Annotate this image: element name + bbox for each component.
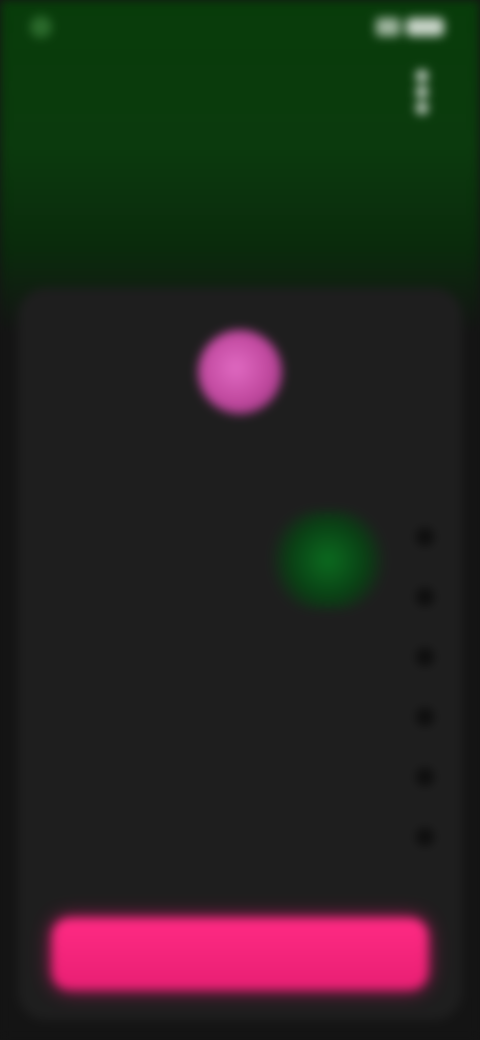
circle-icon[interactable] xyxy=(412,824,438,850)
avatar[interactable] xyxy=(198,330,282,414)
circle-icon[interactable] xyxy=(412,584,438,610)
primary-action-button[interactable] xyxy=(52,918,428,990)
battery-icon xyxy=(406,18,444,36)
list-item[interactable] xyxy=(18,506,462,566)
list-item[interactable] xyxy=(18,626,462,686)
status-bar xyxy=(0,0,480,60)
subheader xyxy=(0,160,480,200)
menu-dot xyxy=(416,102,428,114)
list-item[interactable] xyxy=(18,806,462,866)
top-bar xyxy=(0,60,480,140)
list-item[interactable] xyxy=(18,566,462,626)
circle-icon[interactable] xyxy=(412,644,438,670)
screen xyxy=(0,0,480,1040)
list-item[interactable] xyxy=(18,686,462,746)
menu-dot xyxy=(416,70,428,82)
status-right xyxy=(376,18,450,36)
more-vertical-icon[interactable] xyxy=(408,70,436,114)
status-dot-icon xyxy=(30,16,52,38)
list-item[interactable] xyxy=(18,746,462,806)
circle-icon[interactable] xyxy=(412,704,438,730)
circle-icon[interactable] xyxy=(412,524,438,550)
options-list xyxy=(18,506,462,866)
status-left xyxy=(30,16,60,38)
circle-icon[interactable] xyxy=(412,764,438,790)
menu-dot xyxy=(416,86,428,98)
signal-icon xyxy=(376,18,400,36)
